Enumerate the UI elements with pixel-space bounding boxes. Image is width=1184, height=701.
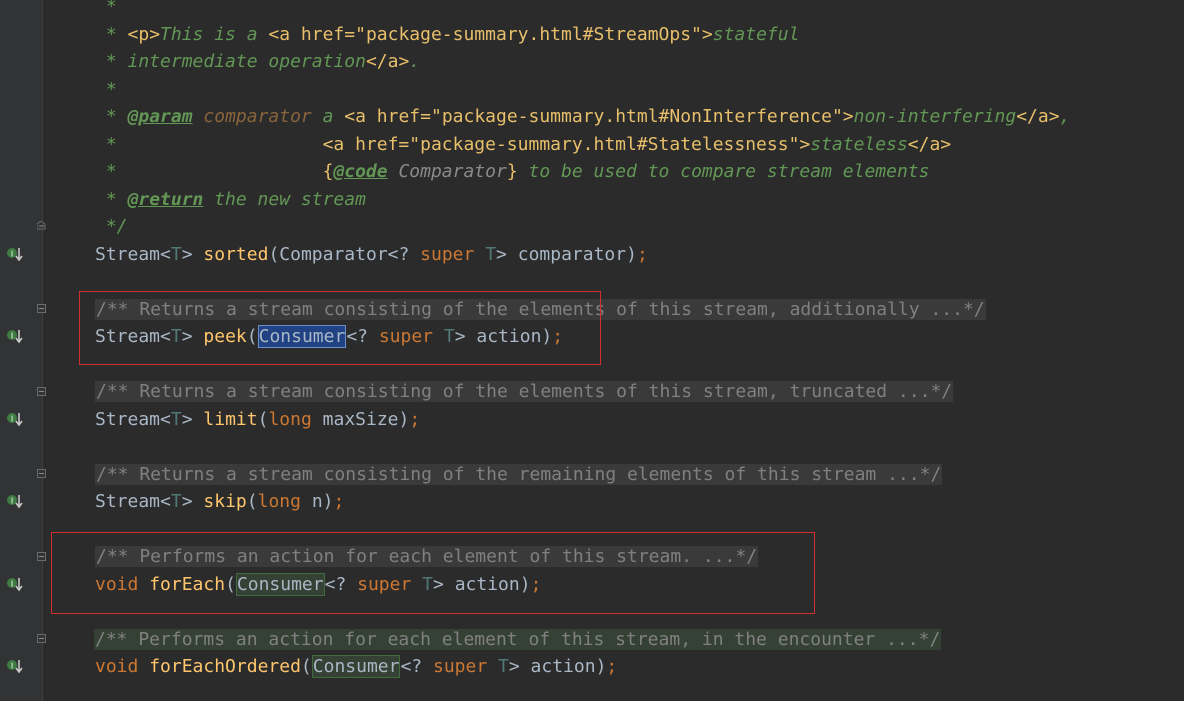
annotation-box-foreach xyxy=(51,532,815,614)
fold-toggle-skip[interactable] xyxy=(37,469,46,478)
implemented-method-icon[interactable]: I xyxy=(6,493,26,509)
annotation-box-peek xyxy=(79,291,601,365)
folded-javadoc-foreachordered[interactable]: /** Performs an action for each element … xyxy=(94,626,942,653)
fold-end-marker[interactable] xyxy=(37,221,46,230)
implemented-method-icon[interactable]: I xyxy=(6,658,26,674)
method-foreachordered[interactable]: void forEachOrdered(Consumer<? super T> … xyxy=(95,653,617,680)
svg-text:I: I xyxy=(11,415,13,424)
fold-toggle-foreachordered[interactable] xyxy=(37,634,46,643)
svg-text:I: I xyxy=(11,332,13,341)
fold-toggle-peek[interactable] xyxy=(37,304,46,313)
svg-text:I: I xyxy=(11,497,13,506)
fold-toggle-foreach[interactable] xyxy=(37,552,46,561)
javadoc-line: * xyxy=(95,0,117,17)
implemented-method-icon[interactable]: I xyxy=(6,576,26,592)
javadoc-line: * {@code Comparator} to be used to compa… xyxy=(95,161,930,182)
usage-highlight[interactable]: Consumer xyxy=(311,655,401,678)
editor-gutter xyxy=(0,0,43,701)
folded-javadoc-skip[interactable]: /** Returns a stream consisting of the r… xyxy=(95,461,943,488)
implemented-method-icon[interactable]: I xyxy=(6,246,26,262)
implemented-method-icon[interactable]: I xyxy=(6,411,26,427)
javadoc-line: * @return the new stream xyxy=(95,189,366,210)
fold-end-icon xyxy=(37,221,46,230)
method-limit[interactable]: Stream<T> limit(long maxSize); xyxy=(95,406,420,433)
folded-javadoc-limit[interactable]: /** Returns a stream consisting of the e… xyxy=(95,378,954,405)
javadoc-line: * <a href="package-summary.html#Stateles… xyxy=(95,134,952,155)
svg-text:I: I xyxy=(11,580,13,589)
method-sorted[interactable]: Stream<T> sorted(Comparator<? super T> c… xyxy=(95,241,648,268)
javadoc-line: * xyxy=(95,79,117,100)
svg-text:I: I xyxy=(11,662,13,671)
svg-text:I: I xyxy=(11,250,13,259)
javadoc-line: * <p>This is a <a href="package-summary.… xyxy=(95,24,800,45)
method-skip[interactable]: Stream<T> skip(long n); xyxy=(95,488,344,515)
javadoc-line: * @param comparator a <a href="package-s… xyxy=(95,106,1071,127)
implemented-method-icon[interactable]: I xyxy=(6,328,26,344)
javadoc-line: * intermediate operation</a>. xyxy=(95,51,421,72)
javadoc-line: */ xyxy=(95,216,128,237)
fold-toggle-limit[interactable] xyxy=(37,387,46,396)
